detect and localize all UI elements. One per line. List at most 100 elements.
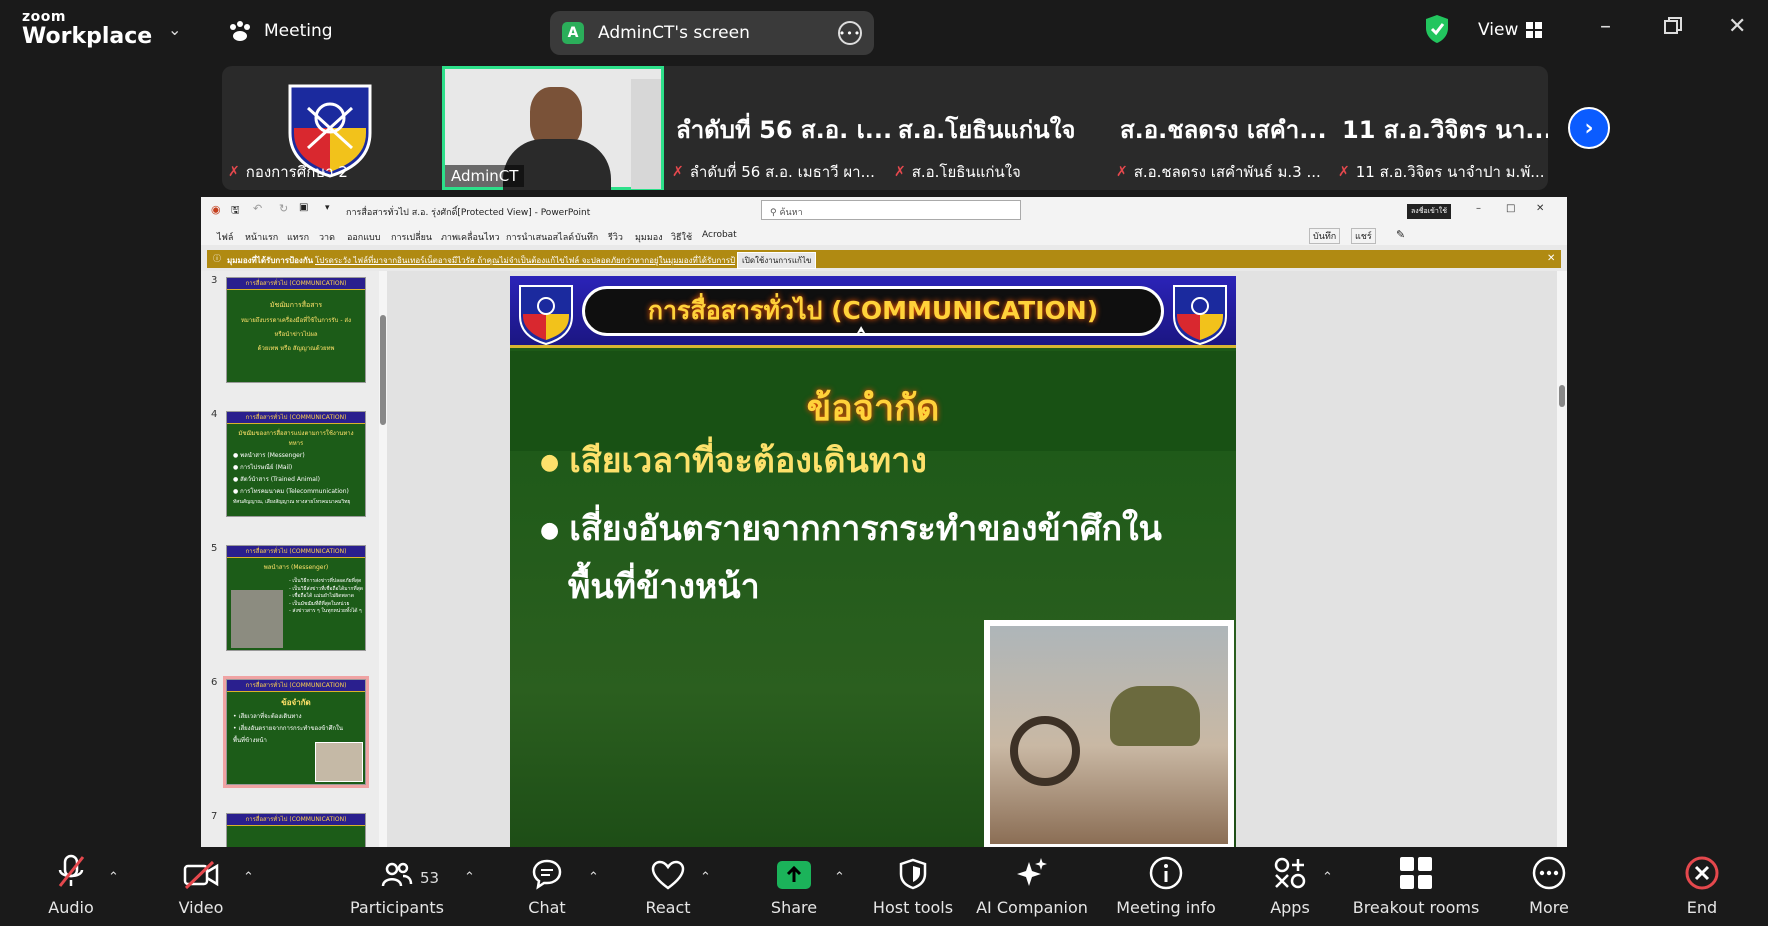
next-page-button[interactable]: › [1568,107,1610,149]
tab-acrobat[interactable]: Acrobat [702,230,737,240]
chevron-down-icon[interactable]: ⌄ [168,20,181,39]
slide-thumbnail[interactable]: การสื่อสารทั่วไป (COMMUNICATION) มัชฌิมข… [226,411,366,517]
share-options-chevron-icon[interactable]: ⌃ [834,870,845,885]
minimize-icon[interactable]: – [1600,14,1611,39]
host-tools-button[interactable]: Host tools [870,848,956,926]
participant-tile[interactable]: 11 ส.อ.วิจิตร นา... ✗ 11 ส.อ.วิจิตร นาจำป… [1332,66,1548,190]
breakout-rooms-button[interactable]: Breakout rooms [1353,848,1479,926]
slide-thumbnail[interactable]: การสื่อสารทั่วไป (COMMUNICATION) [226,813,366,847]
powerpoint-logo-icon: ◉ [211,203,221,216]
thumb-line: - เป็นวิธีการส่งข่าวที่ปลอดภัยที่สุด [289,578,362,584]
quick-access-dropdown-icon[interactable]: ▾ [325,203,330,213]
tab-file[interactable]: ไฟล์ [217,230,233,244]
restore-icon[interactable] [1664,16,1682,41]
undo-icon[interactable]: ↶ [253,202,262,215]
audio-options-chevron-icon[interactable]: ⌃ [108,870,119,885]
slide-thumbnail[interactable]: การสื่อสารทั่วไป (COMMUNICATION) พลนำสาร… [226,545,366,651]
slide-title: การสื่อสารทั่วไป (COMMUNICATION) [647,296,1099,325]
tab-help[interactable]: วิธีใช้ [671,230,692,244]
protected-view-bar: ⓘ มุมมองที่ได้รับการป้องกัน โปรดระวัง ไฟ… [207,250,1561,269]
ai-companion-button[interactable]: AI Companion [976,848,1088,926]
minimize-icon[interactable]: – [1476,203,1481,214]
thumb-line: - เป็นมัชฌิมที่ดีที่สุดในหน่วย [289,600,350,607]
record-button[interactable]: บันทึก [1309,228,1341,244]
thumbnails-scrollbar[interactable] [379,271,387,847]
chat-options-chevron-icon[interactable]: ⌃ [588,870,599,885]
pen-icon[interactable]: ✎ [1396,228,1405,241]
tab-review[interactable]: รีวิว [608,230,623,244]
tab-animations[interactable]: ภาพเคลื่อนไหว [441,230,500,244]
participant-tile[interactable]: ✗ กองการศึกษา 2 [222,66,440,190]
audio-label: Audio [48,898,94,917]
thumb-line: - ส่งข่าวสาร ๆ ในทุกหน่วยทั้งได้ ๆ [289,608,362,614]
search-icon: ⚲ [770,208,777,218]
tab-home[interactable]: หน้าแรก [245,230,278,244]
thumb-line: ทัศนสัญญาณ, เสียงสัญญาณ ทางสายโทรคมนาคมว… [233,499,351,505]
participant-tile-active[interactable]: AdminCT [442,66,664,190]
view-button[interactable]: View [1478,20,1543,40]
share-button[interactable]: Share [766,848,822,926]
react-options-chevron-icon[interactable]: ⌃ [700,870,711,885]
more-label: More [1529,898,1569,917]
react-button[interactable]: React [644,848,692,926]
tab-slideshow[interactable]: การนำเสนอสไลด์ [506,230,574,244]
participants-options-chevron-icon[interactable]: ⌃ [464,870,475,885]
meeting-info-button[interactable]: Meeting info [1114,848,1218,926]
apps-label: Apps [1270,898,1310,917]
meeting-menu[interactable]: Meeting [228,20,333,42]
tab-transitions[interactable]: การเปลี่ยน [391,230,432,244]
end-button[interactable]: End [1684,848,1720,926]
slide-thumbnails-pane: 3 การสื่อสารทั่วไป (COMMUNICATION) มัชฌิ… [201,271,381,847]
apps-options-chevron-icon[interactable]: ⌃ [1322,870,1333,885]
sign-in-badge[interactable]: ลงชื่อเข้าใช้ [1407,204,1451,219]
participants-button[interactable]: Participants [350,848,444,926]
tab-insert[interactable]: แทรก [287,230,309,244]
tab-draw[interactable]: วาด [319,230,335,244]
participant-tile[interactable]: ส.อ.ชลดรง เสคำ... ✗ ส.อ.ชลดรง เสคำพันธ์ ม… [1110,66,1330,190]
audio-button[interactable]: Audio [40,848,102,926]
enable-editing-button[interactable]: เปิดใช้งานการแก้ไข [737,252,817,269]
more-button[interactable]: More [1526,848,1572,926]
shared-screen: ◉ 🖫 ↶ ↻ ▣ ▾ การสื่อสารทั่วไป ส.อ. รุ่งศั… [201,197,1567,847]
slide-number: 5 [211,543,218,554]
close-icon[interactable]: ✕ [1536,203,1544,214]
slide-title-pill: การสื่อสารทั่วไป (COMMUNICATION) [582,286,1164,336]
video-options-chevron-icon[interactable]: ⌃ [243,870,254,885]
participant-display-name: ลำดับที่ 56 ส.อ. เ... [676,116,893,144]
slide-bullet-2: ● เสี่ยงอันตรายจากการกระทำของข้าศึกใน [540,509,1162,549]
ai-companion-label: AI Companion [976,898,1088,917]
participant-tile[interactable]: ส.อ.โยธินแก่นใจ ✗ ส.อ.โยธินแก่นใจ [888,66,1108,190]
more-options-icon[interactable]: ••• [838,21,862,45]
slideshow-icon[interactable]: ▣ [299,202,308,213]
close-icon[interactable]: ✕ [1547,253,1555,264]
video-button[interactable]: Video [170,848,232,926]
tab-view[interactable]: มุมมอง [635,230,663,244]
redo-icon[interactable]: ↻ [279,202,288,215]
save-icon[interactable]: 🖫 [231,203,240,220]
left-crest-icon [519,285,573,346]
shared-screen-pill[interactable]: A AdminCT's screen ••• [550,11,874,55]
chat-button[interactable]: Chat [526,848,568,926]
thumb-line: • เสี่ยงอันตรายจากการกระทำของข้าศึกใน [233,725,344,732]
security-shield-icon[interactable] [1424,14,1450,44]
participant-strip: ✗ กองการศึกษา 2 AdminCT ลำดับที่ 56 ส.อ. … [222,66,1548,190]
participants-label: Participants [350,898,444,917]
apps-button[interactable]: Apps [1268,848,1312,926]
thumb-header: การสื่อสารทั่วไป (COMMUNICATION) [227,546,365,558]
slide-thumbnail[interactable]: การสื่อสารทั่วไป (COMMUNICATION) มัชฌิมก… [226,277,366,383]
close-icon[interactable]: ✕ [1728,14,1746,39]
tab-record[interactable]: บันทึก [575,230,598,244]
slide-thumbnail-selected[interactable]: การสื่อสารทั่วไป (COMMUNICATION) ข้อจำกั… [223,676,369,788]
mic-muted-icon: ✗ [1116,164,1128,180]
tab-design[interactable]: ออกแบบ [347,230,381,244]
slide-scrollbar[interactable] [1557,271,1567,847]
share-button[interactable]: แชร์ [1351,228,1376,244]
ribbon-tabs: ไฟล์ หน้าแรก แทรก วาด ออกแบบ การเปลี่ยน … [201,223,1567,245]
participant-name: กองการศึกษา 2 [245,163,348,181]
search-box[interactable]: ⚲ ค้นหา [761,200,1021,220]
meeting-info-label: Meeting info [1116,898,1216,917]
meeting-label: Meeting [264,21,333,41]
participant-tile[interactable]: ลำดับที่ 56 ส.อ. เ... ✗ ลำดับที่ 56 ส.อ. … [666,66,892,190]
restore-icon[interactable]: □ [1506,203,1515,214]
thumb-photo [231,590,283,648]
